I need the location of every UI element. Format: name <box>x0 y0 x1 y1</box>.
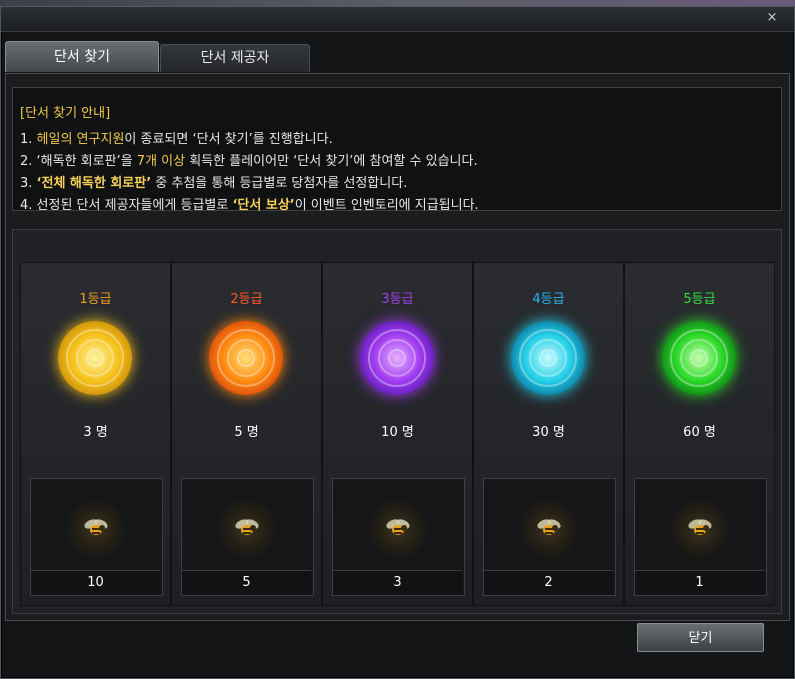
reward-icon-glow <box>217 499 277 559</box>
bee-icon <box>235 519 259 535</box>
reward-icon-glow <box>66 499 126 559</box>
winner-count: 5 명 <box>234 425 259 440</box>
orb-ring <box>388 349 406 367</box>
grade-column: 2등급 5 명 5 <box>171 262 322 606</box>
info-line-2: 2. ‘해독한 회로판’을 7개 이상 획득한 플레이어만 ‘단서 찾기’에 참… <box>20 150 478 169</box>
bee-icon <box>386 519 410 535</box>
reward-quantity: 10 <box>31 570 160 595</box>
reward-quantity: 2 <box>484 570 613 595</box>
info-text-segment: 3. <box>20 176 37 191</box>
bee-icon <box>688 519 712 535</box>
orb-ring <box>86 349 104 367</box>
winner-count: 60 명 <box>683 425 716 440</box>
grades-list: 1등급 3 명 10 2등급 5 명 5 3등급 10 명 3 4등급 30 명 2 5등급 60 명 1 <box>20 262 775 606</box>
info-text-segment: 중 추첨을 통해 등급별로 당첨자를 선정합니다. <box>151 176 408 191</box>
info-text-segment: 이 종료되면 ‘단서 찾기’를 진행합니다. <box>124 132 333 147</box>
title-bar[interactable]: × <box>1 7 794 32</box>
reward-slot[interactable]: 5 <box>181 478 314 596</box>
circuit-orb-icon <box>209 321 283 395</box>
orb-ring <box>237 349 255 367</box>
tab-clue-search[interactable]: 단서 찾기 <box>5 41 159 72</box>
grade-column: 1등급 3 명 10 <box>20 262 171 606</box>
close-button[interactable]: 닫기 <box>637 623 764 652</box>
circuit-orb-icon <box>58 321 132 395</box>
winner-count: 3 명 <box>83 425 108 440</box>
info-text-segment: 헤일의 연구지원 <box>36 132 125 147</box>
grade-column: 5등급 60 명 1 <box>624 262 775 606</box>
reward-quantity: 1 <box>635 570 764 595</box>
bee-icon <box>537 519 561 535</box>
bee-icon <box>84 519 108 535</box>
info-text-segment: 2. ‘해독한 회로판’을 <box>20 154 137 169</box>
info-text-segment: 이 이벤트 인벤토리에 지급됩니다. <box>294 198 479 213</box>
info-text-segment: 1. <box>20 132 37 147</box>
grades-panel: 1등급 3 명 10 2등급 5 명 5 3등급 10 명 3 4등급 30 명 2 5등급 60 명 1 <box>12 229 782 614</box>
grade-label: 4등급 <box>532 292 565 307</box>
reward-slot[interactable]: 1 <box>634 478 767 596</box>
reward-icon-glow <box>519 499 579 559</box>
content-panel: [단서 찾기 안내] 1. 헤일의 연구지원이 종료되면 ‘단서 찾기’를 진행… <box>5 73 790 621</box>
grade-label: 2등급 <box>230 292 263 307</box>
tab-clue-providers[interactable]: 단서 제공자 <box>160 44 310 72</box>
orb-ring <box>539 349 557 367</box>
reward-quantity: 3 <box>333 570 462 595</box>
info-text-segment: 4. 선정된 단서 제공자들에게 등급별로 <box>20 198 233 213</box>
orb-ring <box>690 349 708 367</box>
winner-count: 10 명 <box>381 425 414 440</box>
reward-slot[interactable]: 10 <box>30 478 163 596</box>
reward-icon-glow <box>670 499 730 559</box>
grade-label: 3등급 <box>381 292 414 307</box>
circuit-orb-icon <box>511 321 585 395</box>
reward-slot[interactable]: 2 <box>483 478 616 596</box>
info-text-segment: ‘단서 보상’ <box>232 198 295 213</box>
info-line-1: 1. 헤일의 연구지원이 종료되면 ‘단서 찾기’를 진행합니다. <box>20 128 333 147</box>
grade-label: 1등급 <box>79 292 112 307</box>
clue-search-window: × 단서 찾기 단서 제공자 [단서 찾기 안내] 1. 헤일의 연구지원이 종… <box>0 6 795 679</box>
circuit-orb-icon <box>360 321 434 395</box>
reward-quantity: 5 <box>182 570 311 595</box>
info-box: [단서 찾기 안내] 1. 헤일의 연구지원이 종료되면 ‘단서 찾기’를 진행… <box>12 87 782 213</box>
info-line-4: 4. 선정된 단서 제공자들에게 등급별로 ‘단서 보상’이 이벤트 인벤토리에… <box>20 194 479 213</box>
reward-slot[interactable]: 3 <box>332 478 465 596</box>
reward-icon-glow <box>368 499 428 559</box>
winner-count: 30 명 <box>532 425 565 440</box>
grade-label: 5등급 <box>683 292 716 307</box>
info-text-segment: 획득한 플레이어만 ‘단서 찾기’에 참여할 수 있습니다. <box>185 154 478 169</box>
grade-column: 4등급 30 명 2 <box>473 262 624 606</box>
info-line-3: 3. ‘전체 해독한 회로판’ 중 추첨을 통해 등급별로 당첨자를 선정합니다… <box>20 172 407 191</box>
info-text-segment: ‘전체 해독한 회로판’ <box>36 176 152 191</box>
grade-column: 3등급 10 명 3 <box>322 262 473 606</box>
info-text-segment: 7개 이상 <box>136 154 186 169</box>
info-title: [단서 찾기 안내] <box>20 106 111 121</box>
circuit-orb-icon <box>662 321 736 395</box>
close-icon[interactable]: × <box>764 10 780 26</box>
